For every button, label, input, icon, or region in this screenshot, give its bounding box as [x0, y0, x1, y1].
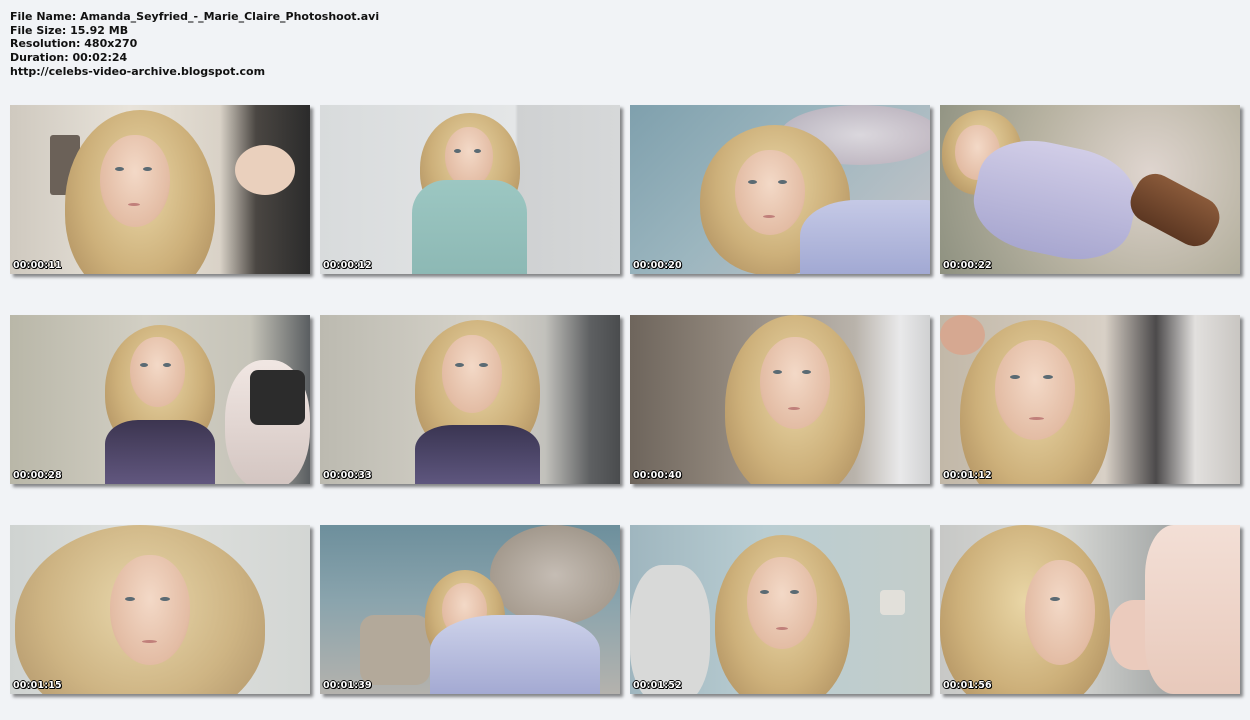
video-thumbnail[interactable]: 00:01:39 [320, 525, 620, 694]
video-thumbnail[interactable]: 00:00:33 [320, 315, 620, 484]
thumbnail-image [630, 105, 930, 274]
timestamp-label: 00:01:56 [943, 680, 992, 691]
file-name-text: File Name: Amanda_Seyfried_-_Marie_Clair… [10, 10, 380, 23]
timestamp-label: 00:00:11 [13, 260, 62, 271]
thumbnail-image [940, 525, 1240, 694]
thumbnail-image [940, 315, 1240, 484]
video-thumbnail[interactable]: 00:00:20 [630, 105, 930, 274]
video-thumbnail[interactable]: 00:01:15 [10, 525, 310, 694]
timestamp-label: 00:00:12 [323, 260, 372, 271]
thumbnail-image [10, 105, 310, 274]
thumbnail-image [10, 525, 310, 694]
video-thumbnail[interactable]: 00:00:12 [320, 105, 620, 274]
timestamp-label: 00:00:33 [323, 470, 372, 481]
video-thumbnail[interactable]: 00:01:12 [940, 315, 1240, 484]
timestamp-label: 00:01:15 [13, 680, 62, 691]
timestamp-label: 00:01:12 [943, 470, 992, 481]
duration-text: Duration: 00:02:24 [10, 51, 128, 65]
source-url-text: http://celebs-video-archive.blogspot.com [10, 64, 266, 78]
thumbnail-image [10, 315, 310, 484]
timestamp-label: 00:00:40 [633, 470, 682, 481]
video-thumbnail[interactable]: 00:01:52 [630, 525, 930, 694]
thumbnail-image [320, 105, 620, 274]
video-thumbnail[interactable]: 00:00:22 [940, 105, 1240, 274]
video-thumbnail[interactable]: 00:00:28 [10, 315, 310, 484]
timestamp-label: 00:01:39 [323, 680, 372, 691]
video-thumbnail[interactable]: 00:00:40 [630, 315, 930, 484]
file-info: File Name: Amanda_Seyfried_-_Marie_Clair… [10, 10, 379, 79]
video-thumbnail[interactable]: 00:00:11 [10, 105, 310, 274]
thumbnail-image [320, 525, 620, 694]
resolution-text: Resolution: 480x270 [10, 37, 138, 51]
timestamp-label: 00:00:20 [633, 260, 682, 271]
video-thumbnail[interactable]: 00:01:56 [940, 525, 1240, 694]
thumbnail-image [630, 315, 930, 484]
thumbnail-image [320, 315, 620, 484]
thumbnail-image [630, 525, 930, 694]
timestamp-label: 00:00:28 [13, 470, 62, 481]
timestamp-label: 00:01:52 [633, 680, 682, 691]
thumbnail-image [940, 105, 1240, 274]
file-size-text: File Size: 15.92 MB [10, 23, 129, 37]
timestamp-label: 00:00:22 [943, 260, 992, 271]
